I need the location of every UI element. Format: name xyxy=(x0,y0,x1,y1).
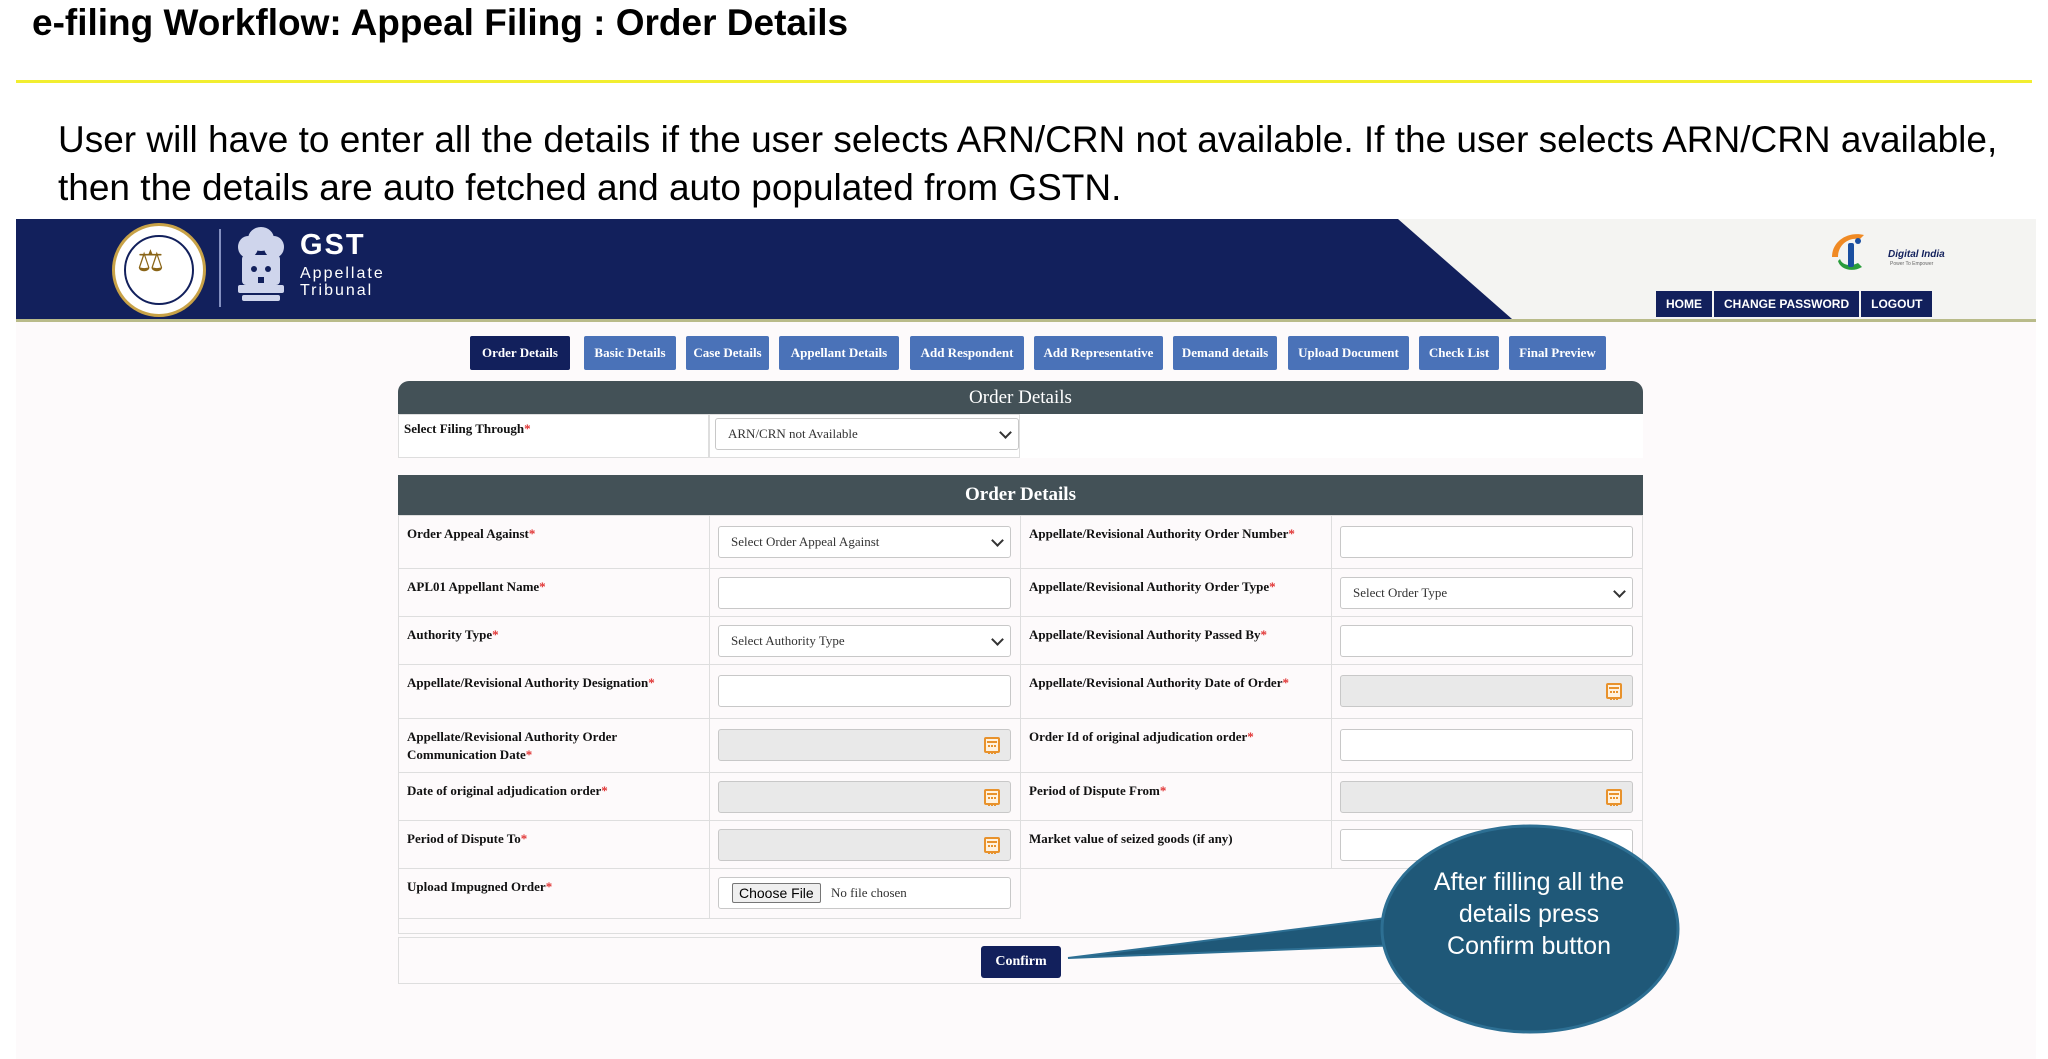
order-type-select[interactable]: Select Order Type xyxy=(1340,577,1633,609)
tab-demand-details[interactable]: Demand details xyxy=(1173,336,1277,370)
nav-home[interactable]: HOME xyxy=(1656,291,1712,317)
field-label: Period of Dispute From* xyxy=(1029,783,1167,798)
field-label: Appellate/Revisional Authority Passed By… xyxy=(1029,627,1267,642)
tab-appellant-details[interactable]: Appellant Details xyxy=(779,336,899,370)
tab-case-details[interactable]: Case Details xyxy=(686,336,769,370)
filing-through-select[interactable]: ARN/CRN not Available xyxy=(715,418,1019,450)
slide-description: User will have to enter all the details … xyxy=(58,119,1998,208)
tab-check-list[interactable]: Check List xyxy=(1419,336,1499,370)
field-label: APL01 Appellant Name* xyxy=(407,579,546,594)
chevron-down-icon xyxy=(991,633,1004,646)
order-appeal-against-select[interactable]: Select Order Appeal Against xyxy=(718,526,1011,558)
original-order-id-input[interactable] xyxy=(1340,729,1633,761)
calendar-icon[interactable] xyxy=(984,789,1000,806)
field-label: Period of Dispute To* xyxy=(407,831,528,846)
tab-order-details[interactable]: Order Details xyxy=(470,336,570,370)
national-emblem-icon xyxy=(238,227,284,301)
dispute-to-date-input[interactable] xyxy=(718,829,1011,861)
choose-file-button[interactable]: Choose File xyxy=(732,883,821,903)
chevron-down-icon xyxy=(999,426,1012,439)
original-order-date-input[interactable] xyxy=(718,781,1011,813)
authority-passed-by-input[interactable] xyxy=(1340,625,1633,657)
nav-logout[interactable]: LOGOUT xyxy=(1861,291,1933,317)
file-status: No file chosen xyxy=(831,885,907,900)
calendar-icon[interactable] xyxy=(1606,789,1622,806)
top-nav: HOME CHANGE PASSWORD LOGOUT xyxy=(1656,291,1933,317)
authority-date-of-order-input[interactable] xyxy=(1340,675,1633,707)
order-communication-date-input[interactable] xyxy=(718,729,1011,761)
field-label: Order Id of original adjudication order* xyxy=(1029,729,1254,744)
authority-type-select[interactable]: Select Authority Type xyxy=(718,625,1011,657)
logo-divider xyxy=(219,229,221,307)
app-header: ⚖ GST Appellate Tribunal Digital India P… xyxy=(16,219,2036,319)
field-label: Upload Impugned Order* xyxy=(407,879,553,894)
calendar-icon[interactable] xyxy=(984,737,1000,754)
authority-designation-input[interactable] xyxy=(718,675,1011,707)
calendar-icon[interactable] xyxy=(984,837,1000,854)
appellant-name-input[interactable] xyxy=(718,577,1011,609)
upload-impugned-order-input[interactable]: Choose File No file chosen xyxy=(718,877,1011,909)
field-label: Appellate/Revisional Authority Designati… xyxy=(407,675,655,690)
slide-title: e-filing Workflow: Appeal Filing : Order… xyxy=(32,2,849,43)
tab-final-preview[interactable]: Final Preview xyxy=(1509,336,1606,370)
tribunal-seal-icon: ⚖ xyxy=(112,223,206,317)
calendar-icon[interactable] xyxy=(1606,683,1622,700)
field-label: Date of original adjudication order* xyxy=(407,783,608,798)
field-label: Appellate/Revisional Authority Order Typ… xyxy=(1029,579,1276,594)
tab-basic-details[interactable]: Basic Details xyxy=(584,336,676,370)
confirm-button[interactable]: Confirm xyxy=(981,946,1061,978)
callout-text: After filling all the details press Conf… xyxy=(1433,868,1625,960)
tab-upload-document[interactable]: Upload Document xyxy=(1288,336,1409,370)
tab-add-respondent[interactable]: Add Respondent xyxy=(910,336,1024,370)
chevron-down-icon xyxy=(1613,585,1626,598)
order-details-panel-title: Order Details xyxy=(398,381,1643,414)
digital-india-tagline: Power To Empower xyxy=(1890,261,1934,267)
chevron-down-icon xyxy=(991,534,1004,547)
seized-goods-value-input[interactable] xyxy=(1340,829,1633,861)
app-screen: ⚖ GST Appellate Tribunal Digital India P… xyxy=(16,219,2036,1059)
field-label: Authority Type* xyxy=(407,627,499,642)
field-label: Appellate/Revisional Authority Order Num… xyxy=(1029,526,1295,541)
header-stripe xyxy=(16,319,2036,322)
tab-add-representative[interactable]: Add Representative xyxy=(1034,336,1163,370)
field-label: Appellate/Revisional Authority Order Com… xyxy=(407,729,617,762)
dispute-from-date-input[interactable] xyxy=(1340,781,1633,813)
field-label: Appellate/Revisional Authority Date of O… xyxy=(1029,675,1289,690)
field-label: Order Appeal Against* xyxy=(407,526,536,541)
field-label: Market value of seized goods (if any) xyxy=(1029,831,1233,846)
title-rule xyxy=(16,80,2032,83)
digital-india-text: Digital India xyxy=(1888,249,1945,260)
authority-order-number-input[interactable] xyxy=(1340,526,1633,558)
scales-icon: ⚖ xyxy=(137,244,164,279)
filing-through-row: Select Filing Through* ARN/CRN not Avail… xyxy=(398,414,1643,458)
nav-change-password[interactable]: CHANGE PASSWORD xyxy=(1714,291,1860,317)
filing-through-label: Select Filing Through* xyxy=(404,421,531,436)
logo-gst-text: GST xyxy=(300,229,366,261)
order-details-section-title: Order Details xyxy=(398,475,1643,515)
logo-subtitle: Appellate Tribunal xyxy=(300,265,385,299)
